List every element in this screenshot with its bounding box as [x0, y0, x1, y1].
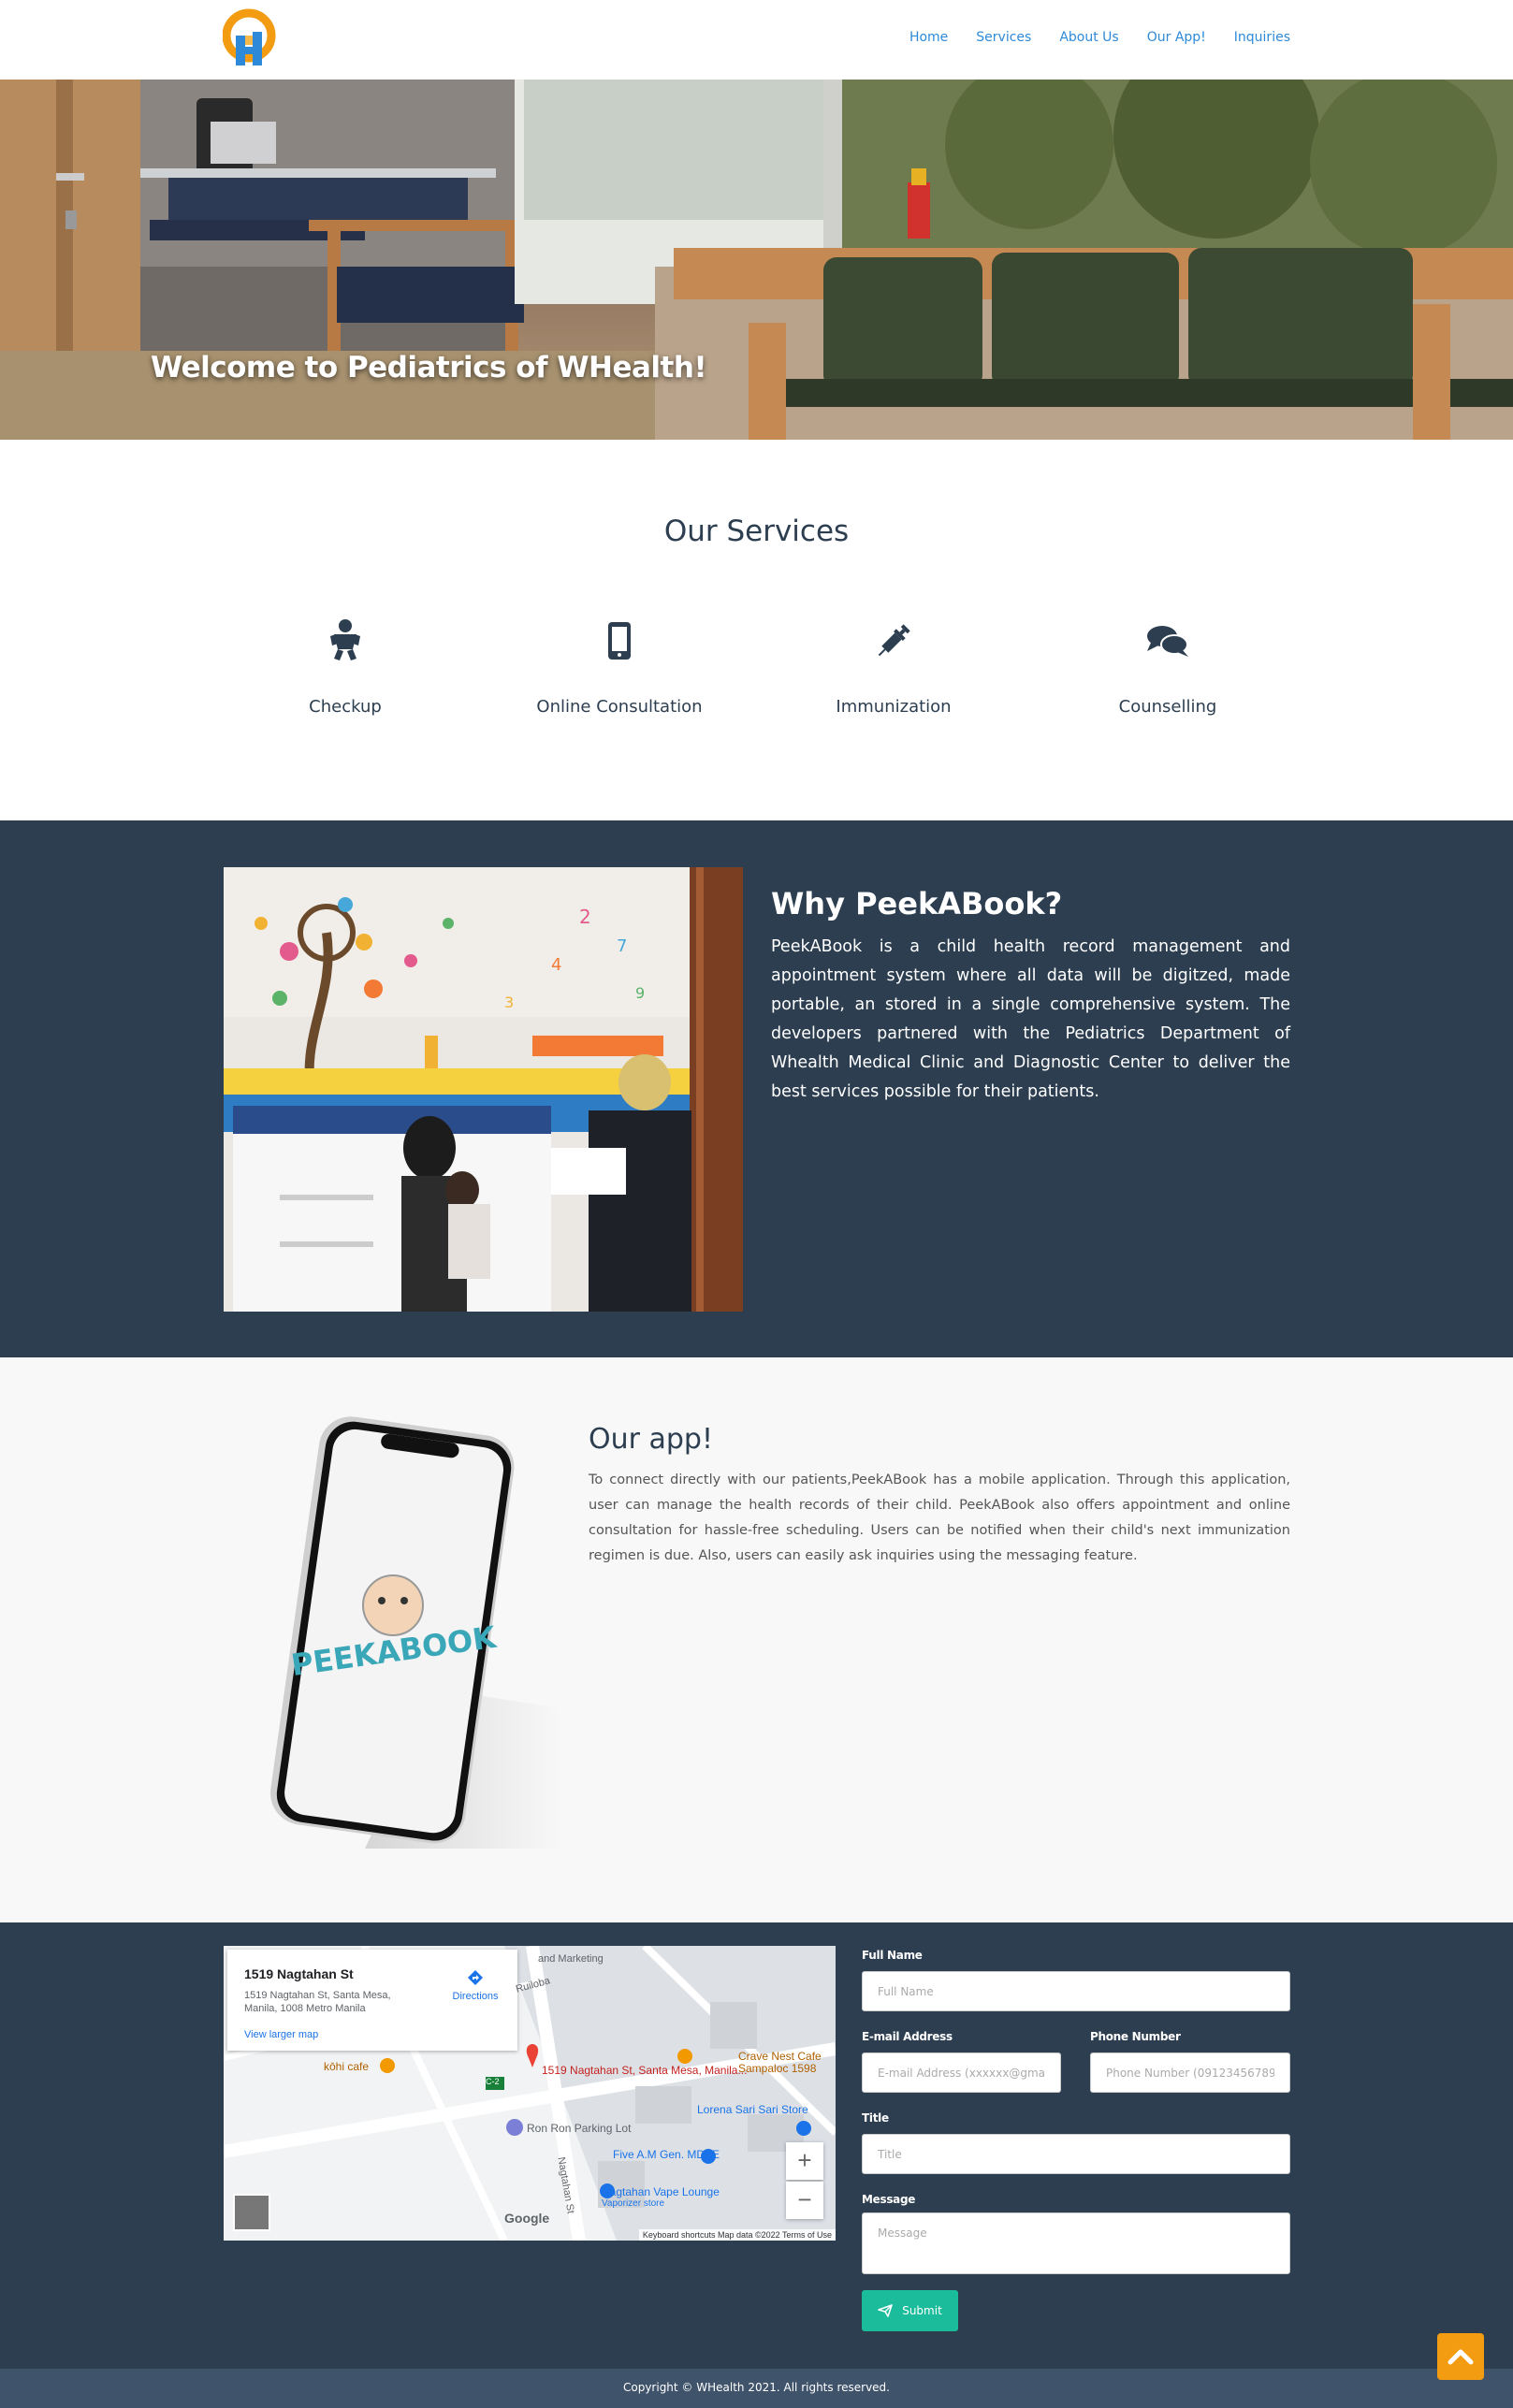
- email-label: E-mail Address: [862, 2030, 953, 2043]
- submit-button[interactable]: Submit: [862, 2290, 958, 2331]
- map-place-five-am[interactable]: Five A.M Gen. MDSE: [613, 2148, 720, 2161]
- footer: Copyright © WHealth 2021. All rights res…: [0, 2369, 1513, 2408]
- service-online-consultation-label: Online Consultation: [536, 697, 703, 717]
- map-zoom-in-button[interactable]: +: [786, 2142, 823, 2180]
- copyright-text: Copyright © WHealth 2021. All rights res…: [622, 2381, 890, 2394]
- our-app-section: PEEKABOOK Our app! To connect directly w…: [0, 1357, 1513, 1922]
- map-address-line: 1519 Nagtahan St, Santa Mesa, Manila, 10…: [244, 1990, 391, 2014]
- nav-about-link[interactable]: About Us: [1059, 30, 1118, 45]
- why-peekabook-section: 2 7 4 9 3 Why PeekABook? PeekABook is a …: [0, 820, 1513, 1357]
- map-pin-label[interactable]: 1519 Nagtahan St, Santa Mesa, Manila...: [542, 2064, 747, 2077]
- nav-inquiries-link[interactable]: Inquiries: [1234, 30, 1290, 45]
- title-input[interactable]: [862, 2134, 1290, 2174]
- clinic-room-photo: 2 7 4 9 3: [224, 867, 743, 1312]
- app-description: To connect directly with our patients,Pe…: [589, 1472, 1290, 1563]
- phone-mockup-image: PEEKABOOK: [253, 1409, 571, 1853]
- map-place-kohi-cafe[interactable]: kōhi cafe: [324, 2060, 369, 2073]
- title-label: Title: [862, 2111, 889, 2125]
- full-name-input[interactable]: [862, 1971, 1290, 2011]
- services-section: Our Services Checkup Online Consultation: [0, 440, 1513, 820]
- submit-label: Submit: [902, 2304, 942, 2317]
- map-place-vape-lounge[interactable]: Nagtahan Vape Lounge: [602, 2185, 720, 2198]
- why-description: PeekABook is a child health record manag…: [771, 937, 1290, 1101]
- map-place-ron-ron[interactable]: Ron Ron Parking Lot: [527, 2122, 631, 2135]
- phone-number-label: Phone Number: [1090, 2030, 1181, 2043]
- svg-text:4: 4: [551, 955, 561, 975]
- whealth-logo-icon[interactable]: [222, 7, 277, 73]
- map-place-lorena[interactable]: Lorena Sari Sari Store: [697, 2103, 808, 2116]
- map-info-card: 1519 Nagtahan St 1519 Nagtahan St, Santa…: [227, 1950, 517, 2051]
- map-route-c2: C-2: [486, 2077, 500, 2086]
- map-attribution[interactable]: Keyboard shortcuts Map data ©2022 Terms …: [638, 2229, 836, 2241]
- service-checkup: Checkup: [242, 617, 448, 717]
- svg-text:7: 7: [617, 936, 627, 956]
- email-input[interactable]: [862, 2053, 1061, 2093]
- full-name-label: Full Name: [862, 1949, 923, 1962]
- service-immunization: Immunization: [791, 617, 997, 717]
- view-larger-map-link[interactable]: View larger map: [244, 2029, 318, 2040]
- navbar: Home Services About Us Our App! Inquirie…: [0, 0, 1513, 80]
- service-counselling: Counselling: [1065, 617, 1271, 717]
- map-directions-button[interactable]: Directions: [443, 1968, 508, 2002]
- hero-clinic-photo: [0, 80, 1513, 440]
- service-online-consultation: Online Consultation: [516, 617, 722, 717]
- location-map[interactable]: 1519 Nagtahan St 1519 Nagtahan St, Santa…: [224, 1946, 836, 2241]
- directions-icon: [468, 1970, 483, 1985]
- contact-section: 1519 Nagtahan St 1519 Nagtahan St, Santa…: [0, 1922, 1513, 2369]
- paper-plane-icon: [878, 2304, 894, 2317]
- nav-services-link[interactable]: Services: [976, 30, 1031, 45]
- map-place-marketing: and Marketing: [538, 1953, 604, 1965]
- syringe-icon: [878, 624, 910, 657]
- baby-icon: [330, 619, 360, 660]
- app-title: Our app!: [589, 1423, 713, 1456]
- svg-text:3: 3: [504, 994, 514, 1011]
- nav-our-app-link[interactable]: Our App!: [1147, 30, 1206, 45]
- svg-text:2: 2: [579, 906, 591, 928]
- map-satellite-toggle[interactable]: [233, 2194, 270, 2231]
- nav-menu: Home Services About Us Our App! Inquirie…: [909, 30, 1290, 45]
- service-checkup-label: Checkup: [309, 697, 382, 717]
- hero-title: Welcome to Pediatrics of WHealth!: [151, 351, 707, 384]
- chevron-up-icon: [1448, 2349, 1474, 2365]
- services-title: Our Services: [663, 515, 850, 548]
- nav-home-link[interactable]: Home: [909, 30, 948, 45]
- map-address-title: 1519 Nagtahan St: [244, 1966, 354, 1981]
- map-place-vape-sub: Vaporizer store: [602, 2198, 665, 2209]
- message-textarea[interactable]: [862, 2212, 1290, 2274]
- svg-text:9: 9: [635, 984, 645, 1002]
- google-logo: Google: [504, 2211, 550, 2226]
- phone-number-input[interactable]: [1090, 2053, 1290, 2093]
- why-title: Why PeekABook?: [771, 886, 1063, 921]
- scroll-to-top-button[interactable]: [1437, 2333, 1484, 2380]
- hero-banner: Welcome to Pediatrics of WHealth!: [0, 80, 1513, 440]
- service-counselling-label: Counselling: [1118, 697, 1217, 717]
- service-immunization-label: Immunization: [836, 697, 952, 717]
- map-zoom-out-button[interactable]: −: [786, 2182, 823, 2219]
- map-directions-label: Directions: [452, 1991, 499, 2002]
- chat-bubbles-icon: [1147, 626, 1188, 657]
- message-label: Message: [862, 2193, 916, 2206]
- map-place-crave-nest[interactable]: Crave Nest Cafe Sampaloc 1598: [738, 2051, 832, 2075]
- mobile-phone-icon: [608, 622, 631, 660]
